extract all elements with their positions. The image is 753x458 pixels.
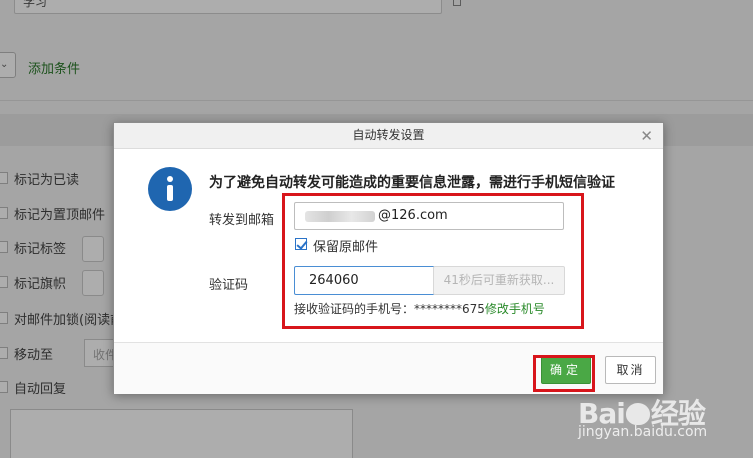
- dialog-header: 自动转发设置 ✕: [114, 123, 663, 149]
- paw-icon: [625, 403, 650, 425]
- verification-code-label: 验证码: [209, 278, 249, 293]
- info-icon: [148, 167, 192, 211]
- highlight-box-form: [282, 193, 584, 329]
- highlight-box-confirm: [533, 355, 595, 392]
- close-icon[interactable]: ✕: [640, 124, 653, 149]
- cancel-button[interactable]: 取消: [605, 356, 656, 384]
- dialog-title: 自动转发设置: [352, 128, 425, 142]
- verification-notice: 为了避免自动转发可能造成的重要信息泄露，需进行手机短信验证: [209, 175, 615, 191]
- forward-to-label: 转发到邮箱: [209, 213, 275, 228]
- auto-forward-dialog: 自动转发设置 ✕ 为了避免自动转发可能造成的重要信息泄露，需进行手机短信验证 转…: [113, 122, 664, 394]
- watermark-url: jingyan.baidu.com: [578, 424, 708, 440]
- baidu-jingyan-watermark: Bai 经验 jingyan.baidu.com: [578, 392, 748, 452]
